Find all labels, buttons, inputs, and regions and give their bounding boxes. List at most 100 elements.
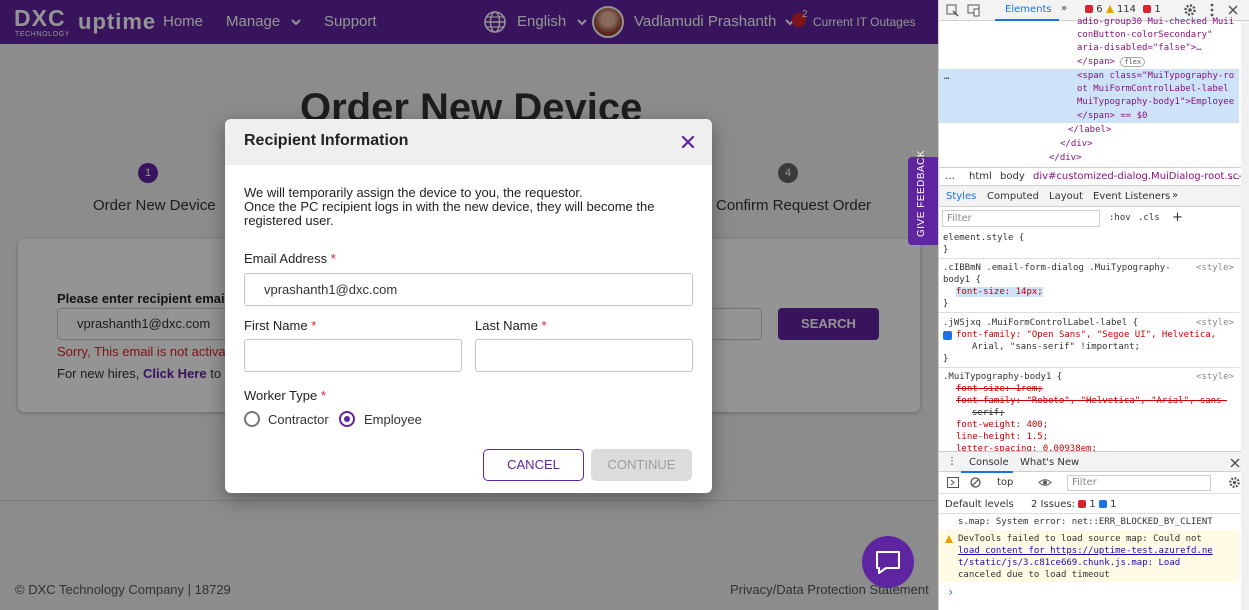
- dom-line-selected[interactable]: MuiTypography-body1">Employee: [1077, 97, 1234, 107]
- dom-line[interactable]: aria-disabled="false">…: [1077, 43, 1202, 53]
- style-rule[interactable]: element.style {: [943, 233, 1024, 243]
- console-levels-bar: Default levels 2 Issues: 1 1: [939, 494, 1249, 514]
- styles-filter-input[interactable]: Filter: [942, 210, 1100, 227]
- error-icon: [1085, 5, 1093, 13]
- style-property[interactable]: Arial, "sans-serif" !important;: [972, 342, 1140, 352]
- style-property[interactable]: font-size: 14px;: [956, 287, 1043, 297]
- chat-icon: [876, 551, 900, 574]
- tab-elements[interactable]: Elements: [1005, 4, 1052, 15]
- console-warning-link[interactable]: t/static/js/3.c81ce669.chunk.js.map: Loa…: [958, 558, 1180, 568]
- tab-computed[interactable]: Computed: [987, 191, 1039, 202]
- style-property[interactable]: font-weight: 400;: [956, 420, 1048, 430]
- clear-console-icon[interactable]: [970, 477, 981, 488]
- hov-toggle[interactable]: :hov: [1109, 213, 1131, 223]
- console-warning[interactable]: DevTools failed to load source map: Coul…: [958, 534, 1202, 544]
- email-address-label: Email Address *: [244, 251, 336, 266]
- recipient-dialog: Recipient Information We will temporaril…: [225, 119, 712, 493]
- console-toolbar: top Filter: [939, 472, 1249, 494]
- add-rule-icon[interactable]: +: [1172, 210, 1183, 225]
- cancel-button[interactable]: CANCEL: [483, 449, 584, 481]
- close-icon[interactable]: [1230, 458, 1240, 468]
- email-address-input[interactable]: vprashanth1@dxc.com: [244, 273, 693, 306]
- style-source-link[interactable]: <style>: [1196, 263, 1234, 273]
- contractor-radio[interactable]: [244, 411, 260, 427]
- device-toggle-icon[interactable]: [967, 4, 980, 17]
- dom-line[interactable]: </div>: [1049, 153, 1082, 163]
- dialog-header: Recipient Information: [225, 119, 712, 165]
- style-property[interactable]: font-size: 1rem;: [956, 384, 1043, 394]
- worker-type-label: Worker Type *: [244, 388, 326, 403]
- error-counter[interactable]: 6 114 1: [1085, 4, 1161, 15]
- style-property[interactable]: font-family: "Open Sans", "Segoe UI", He…: [956, 330, 1216, 340]
- close-icon[interactable]: [1228, 5, 1238, 15]
- style-selector[interactable]: .MuiTypography-body1 {: [943, 372, 1062, 382]
- settings-gear-icon[interactable]: [1228, 476, 1241, 489]
- dom-line[interactable]: adio-group30 Mui-checked Muii: [1077, 17, 1234, 27]
- dom-line-selected[interactable]: </span> == $0: [1077, 111, 1147, 121]
- context-select[interactable]: top: [997, 477, 1013, 488]
- tab-event-listeners[interactable]: Event Listeners: [1093, 191, 1170, 202]
- warning-icon: [1105, 5, 1114, 13]
- default-levels-select[interactable]: Default levels: [945, 499, 1014, 510]
- sidebar-toggle-icon[interactable]: [947, 477, 959, 488]
- more-tabs-button[interactable]: »: [1061, 3, 1067, 14]
- dom-line-selected[interactable]: ot MuiFormControlLabel-label: [1077, 84, 1229, 94]
- info-icon: [1098, 500, 1107, 508]
- tab-styles[interactable]: Styles: [946, 191, 976, 202]
- give-feedback-tab[interactable]: GIVE FEEDBACK: [908, 150, 938, 245]
- error-icon: [1078, 500, 1087, 508]
- eye-icon[interactable]: [1038, 478, 1052, 487]
- app-window: DXC TECHNOLOGY uptime Home Manage Suppor…: [0, 0, 938, 610]
- style-property[interactable]: serif;: [972, 408, 1005, 418]
- employee-radio[interactable]: [339, 411, 355, 427]
- kebab-menu-icon[interactable]: [1209, 3, 1215, 17]
- close-icon[interactable]: [677, 131, 699, 153]
- style-source-link[interactable]: <style>: [1196, 372, 1234, 382]
- continue-button[interactable]: CONTINUE: [591, 449, 692, 481]
- devtools-panel: Elements » 6 114 1 … adio-group30 Mui-ch…: [938, 0, 1249, 610]
- divider: [939, 258, 1239, 259]
- dom-line[interactable]: </label>: [1068, 125, 1111, 135]
- style-rule: }: [943, 245, 949, 255]
- tab-layout[interactable]: Layout: [1049, 191, 1083, 202]
- style-property[interactable]: font-family: "Roboto", "Helvetica", "Ari…: [956, 396, 1227, 406]
- tab-whats-new[interactable]: What's New: [1020, 457, 1079, 468]
- dom-line-selected[interactable]: <span class="MuiTypography-ro: [1077, 71, 1234, 81]
- breadcrumb: … html body div#customized-dialog.MuiDia…: [939, 167, 1249, 186]
- console-drawer-tabbar: ⋮ Console What's New: [939, 451, 1249, 473]
- dom-line[interactable]: conButton-colorSecondary": [1077, 30, 1212, 40]
- console-message[interactable]: s.map: System error: net::ERR_BLOCKED_BY…: [958, 517, 1213, 527]
- style-source-link[interactable]: <style>: [1196, 318, 1234, 328]
- dom-line[interactable]: </span> flex: [1077, 57, 1146, 67]
- chat-button[interactable]: [862, 536, 914, 588]
- style-selector[interactable]: .jWSjxq .MuiFormControlLabel-label {: [943, 318, 1138, 328]
- inspect-icon[interactable]: [946, 4, 959, 17]
- style-selector[interactable]: body1 {: [943, 275, 981, 285]
- breadcrumb-dialog[interactable]: div#customized-dialog.MuiDialog-root.sc-…: [1033, 171, 1249, 182]
- node-ellipsis[interactable]: …: [944, 72, 949, 82]
- console-filter-input[interactable]: Filter: [1067, 475, 1211, 491]
- style-property[interactable]: line-height: 1.5;: [956, 432, 1048, 442]
- property-checkbox[interactable]: [943, 331, 952, 340]
- dom-line[interactable]: </div>: [1060, 139, 1093, 149]
- dialog-info-line2: Once the PC recipient logs in with the n…: [244, 199, 655, 228]
- console-warning-link[interactable]: load content for https://uptime-test.azu…: [958, 546, 1213, 556]
- first-name-label: First Name *: [244, 318, 317, 333]
- first-name-input[interactable]: [244, 339, 462, 372]
- settings-gear-icon[interactable]: [1183, 3, 1197, 17]
- style-selector[interactable]: .cIBBmN .email-form-dialog .MuiTypograph…: [943, 263, 1171, 273]
- flex-badge[interactable]: flex: [1120, 57, 1146, 67]
- console-prompt[interactable]: ›: [947, 585, 954, 599]
- tab-console[interactable]: Console: [969, 457, 1009, 468]
- more-tabs-button[interactable]: »: [1172, 190, 1178, 201]
- breadcrumb-body[interactable]: body: [1000, 171, 1025, 182]
- kebab-menu-icon[interactable]: ⋮: [947, 456, 957, 467]
- last-name-input[interactable]: [475, 339, 693, 372]
- cls-toggle[interactable]: .cls: [1138, 213, 1160, 223]
- console-warning[interactable]: canceled due to load timeout: [958, 570, 1110, 580]
- issues-counter[interactable]: 2 Issues: 1 1: [1031, 499, 1116, 510]
- employee-label[interactable]: Employee: [364, 412, 422, 427]
- breadcrumb-html[interactable]: html: [969, 171, 992, 182]
- contractor-label[interactable]: Contractor: [268, 412, 329, 427]
- scrollbar[interactable]: [1241, 21, 1249, 610]
